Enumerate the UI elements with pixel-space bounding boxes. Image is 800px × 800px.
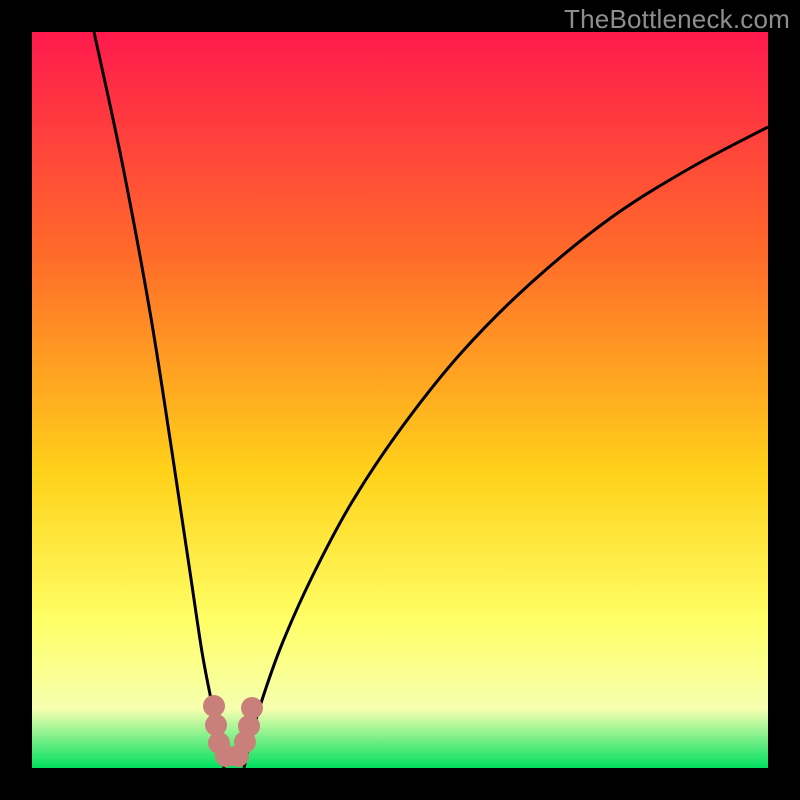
data-marker [203,695,225,717]
chart-plot-area [32,32,768,768]
data-marker [241,697,263,719]
watermark-text: TheBottleneck.com [564,4,790,35]
chart-background [32,32,768,768]
chart-svg [32,32,768,768]
chart-frame: TheBottleneck.com [0,0,800,800]
